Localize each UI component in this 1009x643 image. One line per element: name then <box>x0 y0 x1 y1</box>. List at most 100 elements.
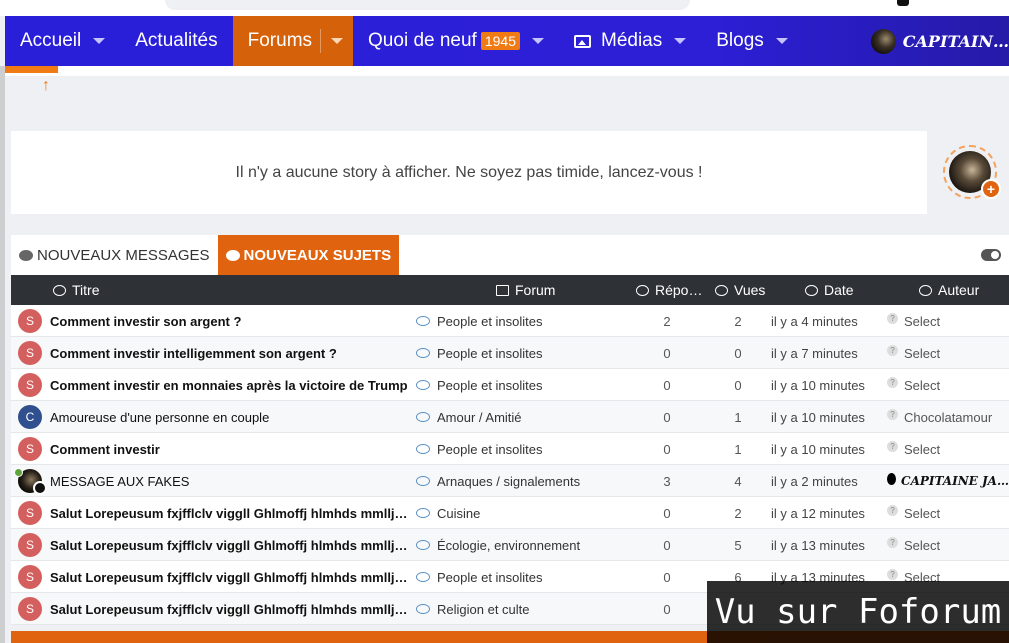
forum-name: Religion et culte <box>437 601 530 617</box>
nav-item-medias[interactable]: Médias <box>559 16 701 66</box>
header-title[interactable]: Titre <box>53 275 99 305</box>
topic-title[interactable]: Comment investir son argent ? <box>50 305 410 337</box>
topic-title[interactable]: Salut Lorepeusum fxjfflclv viggll Ghlmof… <box>50 593 410 625</box>
author-cell[interactable]: ? Chocolatamour <box>887 401 1009 433</box>
replies-count: 0 <box>663 345 671 361</box>
avatar[interactable]: S <box>18 341 42 365</box>
replies-count: 0 <box>663 537 671 553</box>
avatar[interactable]: S <box>18 597 42 621</box>
nav-item-blogs[interactable]: Blogs <box>701 16 803 66</box>
topic-title[interactable]: Salut Lorepeusum fxjfflclv viggll Ghlmof… <box>50 497 410 529</box>
chevron-down-icon[interactable] <box>331 38 344 44</box>
replies-count: 0 <box>663 569 671 585</box>
nav-item-quoi-de-neuf[interactable]: Quoi de neuf 1945 <box>353 16 559 66</box>
notification-icon[interactable] <box>897 0 909 6</box>
author-cell[interactable]: CAPITAINE JA… <box>887 465 1009 497</box>
forum-name: People et insolites <box>437 377 543 393</box>
header-replies[interactable]: Répo… <box>636 275 702 305</box>
topic-title[interactable]: Amoureuse d'une personne en couple <box>50 401 410 433</box>
user-menu[interactable]: CAPITAIN… <box>870 16 1009 66</box>
eye-icon <box>715 284 728 296</box>
chevron-down-icon[interactable] <box>93 38 106 44</box>
header-label: Date <box>824 282 854 298</box>
author-name: Select <box>904 537 941 553</box>
views-count: 1 <box>734 441 742 457</box>
author-cell[interactable]: ? Select <box>887 305 1009 337</box>
table-row[interactable]: S Salut Lorepeusum fxjfflclv viggll Ghlm… <box>11 497 1009 529</box>
author-cell[interactable]: ? Select <box>887 369 1009 401</box>
forum-cell[interactable]: Cuisine <box>416 497 636 529</box>
topic-date: il y a 4 minutes <box>771 313 858 329</box>
replies-count: 0 <box>663 441 671 457</box>
search-bar[interactable] <box>165 0 690 10</box>
header-label: Auteur <box>938 282 980 298</box>
author-name: Select <box>904 345 941 361</box>
tab-new-messages[interactable]: NOUVEAUX MESSAGES <box>11 235 218 275</box>
forum-cell[interactable]: Religion et culte <box>416 593 636 625</box>
forum-name: Cuisine <box>437 505 481 521</box>
header-author[interactable]: Auteur <box>919 275 979 305</box>
comments-icon <box>416 316 430 326</box>
tab-new-topics[interactable]: NOUVEAUX SUJETS <box>217 235 400 275</box>
topic-date: il y a 12 minutes <box>771 505 865 521</box>
nav-label: Accueil <box>20 30 82 51</box>
nav-label: Forums <box>247 30 313 51</box>
table-row[interactable]: S Salut Lorepeusum fxjfflclv viggll Ghlm… <box>11 529 1009 561</box>
forum-cell[interactable]: Arnaques / signalements <box>416 465 636 497</box>
table-row[interactable]: S Comment investir intelligemment son ar… <box>11 337 1009 369</box>
table-row[interactable]: S Comment investir People et insolites 0… <box>11 433 1009 465</box>
forum-cell[interactable]: Amour / Amitié <box>416 401 636 433</box>
avatar[interactable]: S <box>18 373 42 397</box>
username: CAPITAIN… <box>902 31 1009 51</box>
nav-item-actualites[interactable]: Actualités <box>120 16 232 66</box>
topic-title[interactable]: Comment investir intelligemment son arge… <box>50 337 410 369</box>
author-cell[interactable]: ? Select <box>887 497 1009 529</box>
table-row[interactable]: S Comment investir son argent ? People e… <box>11 305 1009 337</box>
forum-cell[interactable]: People et insolites <box>416 561 636 593</box>
chevron-down-icon[interactable] <box>674 38 687 44</box>
views-count: 0 <box>734 377 742 393</box>
author-cell[interactable]: ? Select <box>887 337 1009 369</box>
table-header: Titre Forum Répo… Vues Date Auteur <box>11 275 1009 305</box>
topic-title[interactable]: Salut Lorepeusum fxjfflclv viggll Ghlmof… <box>50 561 410 593</box>
forum-cell[interactable]: People et insolites <box>416 369 636 401</box>
table-row[interactable]: MESSAGE AUX FAKES Arnaques / signalement… <box>11 465 1009 497</box>
comments-icon <box>416 476 430 486</box>
header-date[interactable]: Date <box>805 275 854 305</box>
topic-title[interactable]: Salut Lorepeusum fxjfflclv viggll Ghlmof… <box>50 529 410 561</box>
forum-name: People et insolites <box>437 345 543 361</box>
question-icon: ? <box>887 536 898 548</box>
topic-title[interactable]: MESSAGE AUX FAKES <box>50 465 410 497</box>
header-forum[interactable]: Forum <box>496 275 555 305</box>
topic-title[interactable]: Comment investir en monnaies après la vi… <box>50 369 410 401</box>
topic-title[interactable]: Comment investir <box>50 433 410 465</box>
add-story-button[interactable]: + <box>981 179 1001 199</box>
avatar[interactable]: S <box>18 437 42 461</box>
chevron-down-icon[interactable] <box>532 38 544 44</box>
chevron-down-icon[interactable] <box>775 38 788 44</box>
forum-cell[interactable]: Écologie, environnement <box>416 529 636 561</box>
table-row[interactable]: C Amoureuse d'une personne en couple Amo… <box>11 401 1009 433</box>
topic-date: il y a 10 minutes <box>771 441 865 457</box>
author-cell[interactable]: ? Select <box>887 433 1009 465</box>
forum-cell[interactable]: People et insolites <box>416 305 636 337</box>
avatar[interactable]: S <box>18 501 42 525</box>
nav-item-accueil[interactable]: Accueil <box>5 16 120 66</box>
avatar[interactable]: S <box>18 309 42 333</box>
replies-count: 3 <box>663 473 671 489</box>
author-cell[interactable]: ? Select <box>887 529 1009 561</box>
nav-item-forums[interactable]: Forums <box>232 16 354 66</box>
header-views[interactable]: Vues <box>715 275 765 305</box>
avatar[interactable]: S <box>18 533 42 557</box>
replies-count: 0 <box>663 409 671 425</box>
table-row[interactable]: S Comment investir en monnaies après la … <box>11 369 1009 401</box>
header-label: Répo… <box>655 282 703 298</box>
forum-cell[interactable]: People et insolites <box>416 433 636 465</box>
avatar[interactable]: C <box>18 405 42 429</box>
toggle-switch[interactable] <box>981 249 1001 261</box>
avatar[interactable]: S <box>18 565 42 589</box>
arrow-up-icon[interactable]: ↑ <box>42 77 50 95</box>
author-name: Chocolatamour <box>904 409 993 425</box>
question-icon: ? <box>887 408 898 420</box>
forum-cell[interactable]: People et insolites <box>416 337 636 369</box>
